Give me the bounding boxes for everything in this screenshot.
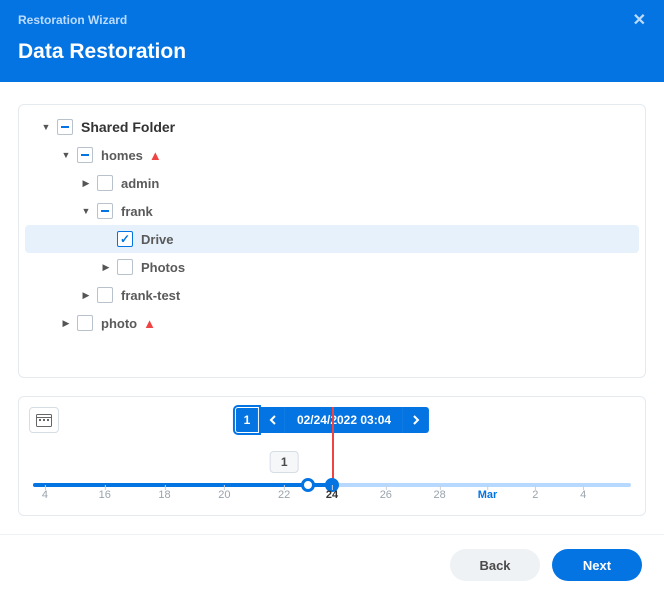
chevron-right-icon[interactable]: ▶ — [99, 262, 113, 273]
calendar-button[interactable] — [29, 407, 59, 433]
node-label: Shared Folder — [81, 119, 175, 135]
checkbox-photo[interactable] — [77, 315, 93, 331]
timeline-tick: 4 — [42, 489, 48, 501]
timeline-tick: 24 — [326, 489, 338, 501]
chevron-down-icon[interactable]: ▼ — [59, 150, 73, 160]
page-title: Data Restoration — [18, 40, 646, 64]
checkbox-shared-folder[interactable] — [57, 119, 73, 135]
timeline-tick: Mar — [478, 489, 498, 501]
window-title: Restoration Wizard — [18, 13, 127, 27]
back-button[interactable]: Back — [450, 549, 540, 581]
tree-node-drive[interactable]: Drive — [25, 225, 639, 253]
chevron-down-icon[interactable]: ▼ — [79, 206, 93, 216]
timeline-tick: 18 — [158, 489, 170, 501]
prev-snapshot-button[interactable] — [259, 407, 285, 433]
snapshot-marker-badge: 1 — [270, 451, 299, 473]
node-label: Drive — [141, 232, 174, 247]
checkbox-drive[interactable] — [117, 231, 133, 247]
calendar-icon — [36, 413, 52, 427]
folder-tree: ▼ Shared Folder ▼ homes ▲ ▶ admin ▼ fran… — [18, 104, 646, 378]
timeline-tick: 22 — [278, 489, 290, 501]
chevron-left-icon — [268, 415, 275, 425]
timeline-panel: 1 02/24/2022 03:04 1 416182022242628Mar2… — [18, 396, 646, 516]
timeline-tick: 2 — [532, 489, 538, 501]
node-label: photo — [101, 316, 137, 331]
selected-datetime: 02/24/2022 03:04 — [285, 407, 403, 433]
timeline-tick: 28 — [434, 489, 446, 501]
node-label: homes — [101, 148, 143, 163]
tree-node-homes[interactable]: ▼ homes ▲ — [25, 141, 639, 169]
checkbox-photos[interactable] — [117, 259, 133, 275]
checkbox-frank[interactable] — [97, 203, 113, 219]
timeline-ticks: 416182022242628Mar24 — [33, 489, 631, 511]
tree-node-admin[interactable]: ▶ admin — [25, 169, 639, 197]
node-label: frank — [121, 204, 153, 219]
checkbox-frank-test[interactable] — [97, 287, 113, 303]
chevron-down-icon[interactable]: ▼ — [39, 122, 53, 132]
warning-icon: ▲ — [143, 316, 156, 331]
timeline-tick: 20 — [218, 489, 230, 501]
tree-node-photo[interactable]: ▶ photo ▲ — [25, 309, 639, 337]
checkbox-homes[interactable] — [77, 147, 93, 163]
chevron-right-icon[interactable]: ▶ — [59, 318, 73, 329]
chevron-right-icon — [413, 415, 420, 425]
warning-icon: ▲ — [149, 148, 162, 163]
checkbox-admin[interactable] — [97, 175, 113, 191]
tree-node-photos[interactable]: ▶ Photos — [25, 253, 639, 281]
timeline-tick: 4 — [580, 489, 586, 501]
timeline-tick: 26 — [380, 489, 392, 501]
node-label: frank-test — [121, 288, 180, 303]
close-icon[interactable]: ✕ — [633, 10, 646, 30]
chevron-right-icon[interactable]: ▶ — [79, 290, 93, 301]
node-label: admin — [121, 176, 159, 191]
tree-node-frank[interactable]: ▼ frank — [25, 197, 639, 225]
next-button[interactable]: Next — [552, 549, 642, 581]
snapshot-count-badge: 1 — [235, 407, 259, 433]
chevron-right-icon[interactable]: ▶ — [79, 178, 93, 189]
tree-node-frank-test[interactable]: ▶ frank-test — [25, 281, 639, 309]
node-label: Photos — [141, 260, 185, 275]
next-snapshot-button[interactable] — [403, 407, 429, 433]
tree-node-shared-folder[interactable]: ▼ Shared Folder — [25, 113, 639, 141]
timeline-tick: 16 — [99, 489, 111, 501]
